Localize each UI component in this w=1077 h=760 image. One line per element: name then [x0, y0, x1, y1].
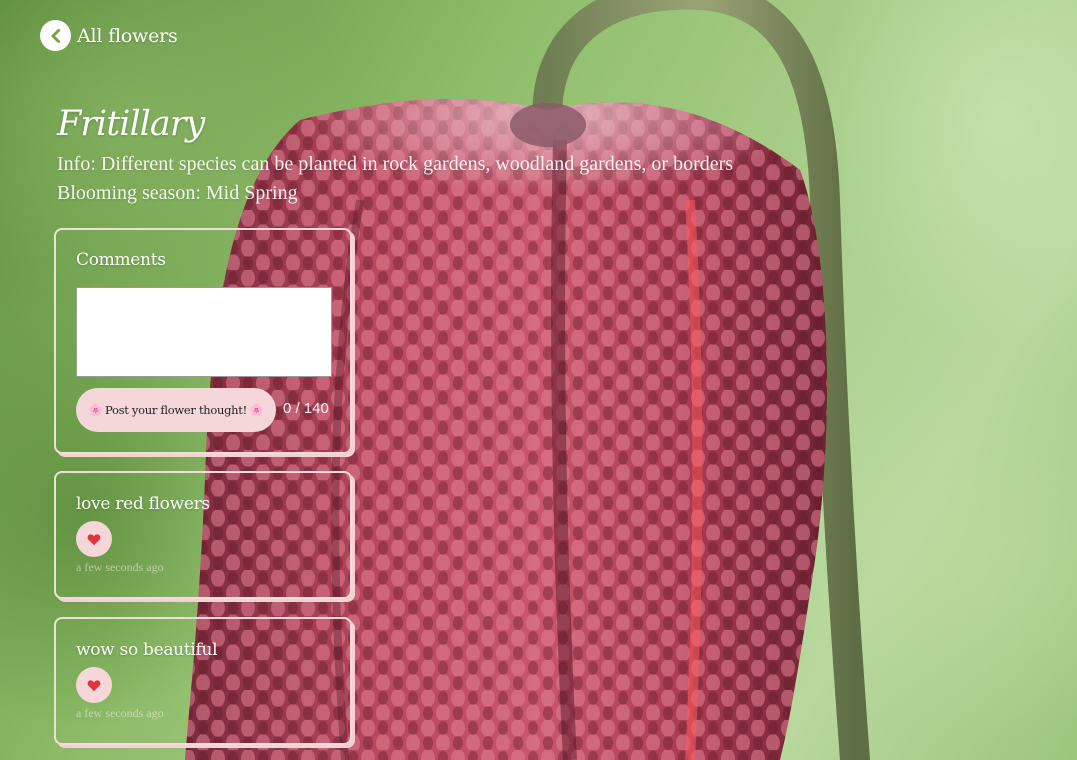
post-comment-button[interactable]: 🌸 Post your flower thought! 🌸	[76, 388, 276, 432]
all-flowers-label[interactable]: All flowers	[77, 25, 178, 47]
comment-text: love red flowers	[76, 494, 210, 514]
like-button[interactable]	[76, 521, 112, 557]
comment-card: wow so beautiful a few seconds ago	[54, 617, 352, 745]
comment-card: love red flowers a few seconds ago	[54, 471, 352, 599]
character-counter: 0 / 140	[283, 400, 329, 417]
comments-heading: Comments	[76, 250, 166, 270]
comment-text: wow so beautiful	[76, 640, 218, 660]
cherry-blossom-icon: 🌸	[88, 403, 104, 417]
chevron-left-icon[interactable]	[40, 20, 71, 51]
heart-icon	[87, 533, 101, 545]
blooming-season: Blooming season: Mid Spring	[57, 182, 298, 204]
flower-info: Info: Different species can be planted i…	[57, 153, 734, 175]
cherry-blossom-icon: 🌸	[248, 403, 264, 417]
heart-icon	[87, 679, 101, 691]
comment-form-card: Comments 🌸 Post your flower thought! 🌸 0…	[54, 228, 352, 454]
comment-textarea[interactable]	[76, 287, 332, 377]
comment-timestamp: a few seconds ago	[76, 560, 164, 574]
all-flowers-back-link[interactable]: All flowers	[40, 20, 178, 51]
post-comment-label: Post your flower thought!	[105, 403, 247, 417]
like-button[interactable]	[76, 667, 112, 703]
comment-timestamp: a few seconds ago	[76, 706, 164, 720]
flower-title: Fritillary	[57, 104, 205, 144]
